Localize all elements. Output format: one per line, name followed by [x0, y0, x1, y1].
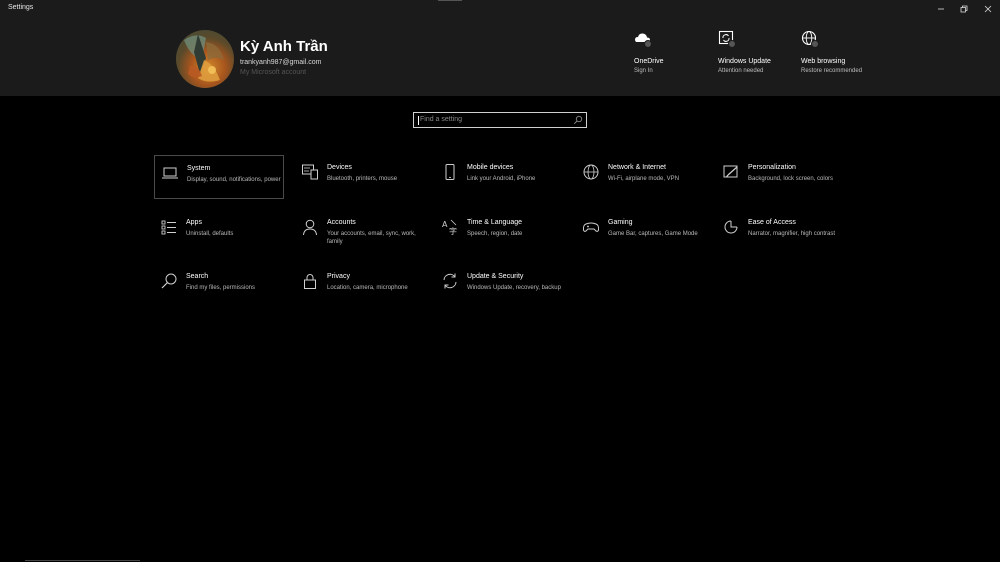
- ease-of-access-icon: [722, 218, 740, 236]
- category-description: Find my files, permissions: [186, 285, 256, 291]
- search-input[interactable]: Find a setting: [413, 112, 587, 128]
- svg-text:A: A: [442, 220, 448, 229]
- taskbar-edge: [25, 560, 140, 561]
- category-name: Search: [186, 273, 209, 280]
- minimize-button[interactable]: [929, 0, 953, 18]
- time-language-icon: A字: [441, 218, 459, 236]
- category-accounts[interactable]: Accounts Your accounts, email, sync, wor…: [295, 210, 425, 254]
- user-name: Kỳ Anh Trần: [240, 38, 328, 55]
- category-gaming[interactable]: Gaming Game Bar, captures, Game Mode: [576, 210, 706, 254]
- title-bar-grip: [438, 0, 462, 1]
- search-icon[interactable]: [573, 115, 583, 125]
- paint-icon: [722, 163, 740, 181]
- category-devices[interactable]: Devices Bluetooth, printers, mouse: [295, 155, 425, 199]
- category-description: Windows Update, recovery, backup: [467, 285, 561, 291]
- category-name: Network & Internet: [608, 164, 666, 171]
- category-name: Ease of Access: [748, 219, 796, 226]
- quick-link-title: Windows Update: [718, 58, 771, 65]
- category-name: Apps: [186, 219, 202, 226]
- category-name: Accounts: [327, 219, 356, 226]
- category-search[interactable]: Search Find my files, permissions: [154, 264, 284, 308]
- category-description: Bluetooth, printers, mouse: [327, 176, 398, 182]
- gamepad-icon: [582, 218, 600, 236]
- category-description: Wi-Fi, airplane mode, VPN: [608, 176, 680, 182]
- category-name: Time & Language: [467, 219, 522, 226]
- quick-link-subtitle: Sign In: [634, 68, 653, 74]
- text-caret: [418, 116, 419, 125]
- category-update-security[interactable]: Update & Security Windows Update, recove…: [435, 264, 565, 308]
- category-description: Your accounts, email, sync, work, family: [327, 231, 416, 245]
- svg-text:字: 字: [449, 226, 457, 236]
- category-description: Location, camera, microphone: [327, 285, 408, 291]
- quick-link-onedrive[interactable]: OneDrive Sign In: [634, 30, 714, 75]
- laptop-icon: [161, 164, 179, 182]
- category-description: Link your Android, iPhone: [467, 176, 536, 182]
- avatar[interactable]: [176, 30, 234, 88]
- quick-link-windows-update[interactable]: Windows Update Attention needed: [718, 30, 798, 75]
- quick-link-subtitle: Attention needed: [718, 68, 764, 74]
- sync-icon: [441, 272, 459, 290]
- globe-icon: [801, 30, 819, 48]
- cloud-icon: [634, 30, 652, 48]
- quick-link-subtitle: Restore recommended: [801, 68, 863, 74]
- title-bar: Settings: [0, 0, 1000, 18]
- category-time-language[interactable]: A字 Time & Language Speech, region, date: [435, 210, 565, 254]
- category-description: Narrator, magnifier, high contrast: [748, 231, 836, 237]
- user-email: trankyanh987@gmail.com: [240, 59, 322, 66]
- category-description: Display, sound, notifications, power: [187, 177, 281, 183]
- search-icon: [160, 272, 178, 290]
- close-button[interactable]: [976, 0, 1000, 18]
- update-icon: [718, 30, 736, 48]
- person-icon: [301, 218, 319, 236]
- apps-list-icon: [160, 218, 178, 236]
- phone-icon: [441, 163, 459, 181]
- category-name: Update & Security: [467, 273, 524, 280]
- lock-icon: [301, 272, 319, 290]
- category-description: Game Bar, captures, Game Mode: [608, 231, 698, 237]
- category-network-internet[interactable]: Network & Internet Wi-Fi, airplane mode,…: [576, 155, 706, 199]
- minimize-icon: [938, 8, 944, 10]
- category-name: Devices: [327, 164, 352, 171]
- category-name: Gaming: [608, 219, 633, 226]
- category-description: Uninstall, defaults: [186, 231, 234, 237]
- close-icon: [984, 5, 992, 13]
- category-personalization[interactable]: Personalization Background, lock screen,…: [716, 155, 846, 199]
- quick-link-web-browsing[interactable]: Web browsing Restore recommended: [801, 30, 881, 75]
- restore-icon: [960, 5, 968, 13]
- quick-link-title: OneDrive: [634, 58, 664, 65]
- category-system[interactable]: System Display, sound, notifications, po…: [154, 155, 284, 199]
- quick-link-title: Web browsing: [801, 58, 846, 65]
- keyboard-icon: [301, 163, 319, 181]
- category-description: Background, lock screen, colors: [748, 176, 834, 182]
- category-privacy[interactable]: Privacy Location, camera, microphone: [295, 264, 425, 308]
- restore-button[interactable]: [952, 0, 976, 18]
- category-description: Speech, region, date: [467, 231, 523, 237]
- microsoft-account-link[interactable]: My Microsoft account: [240, 69, 306, 76]
- category-name: System: [187, 165, 211, 172]
- window-title: Settings: [8, 4, 34, 11]
- category-apps[interactable]: Apps Uninstall, defaults: [154, 210, 284, 254]
- search-placeholder: Find a setting: [420, 116, 463, 123]
- category-name: Privacy: [327, 273, 350, 280]
- globe-icon: [582, 163, 600, 181]
- category-mobile-devices[interactable]: Mobile devices Link your Android, iPhone: [435, 155, 565, 199]
- category-name: Personalization: [748, 164, 796, 171]
- category-ease-of-access[interactable]: Ease of Access Narrator, magnifier, high…: [716, 210, 846, 254]
- category-name: Mobile devices: [467, 164, 514, 171]
